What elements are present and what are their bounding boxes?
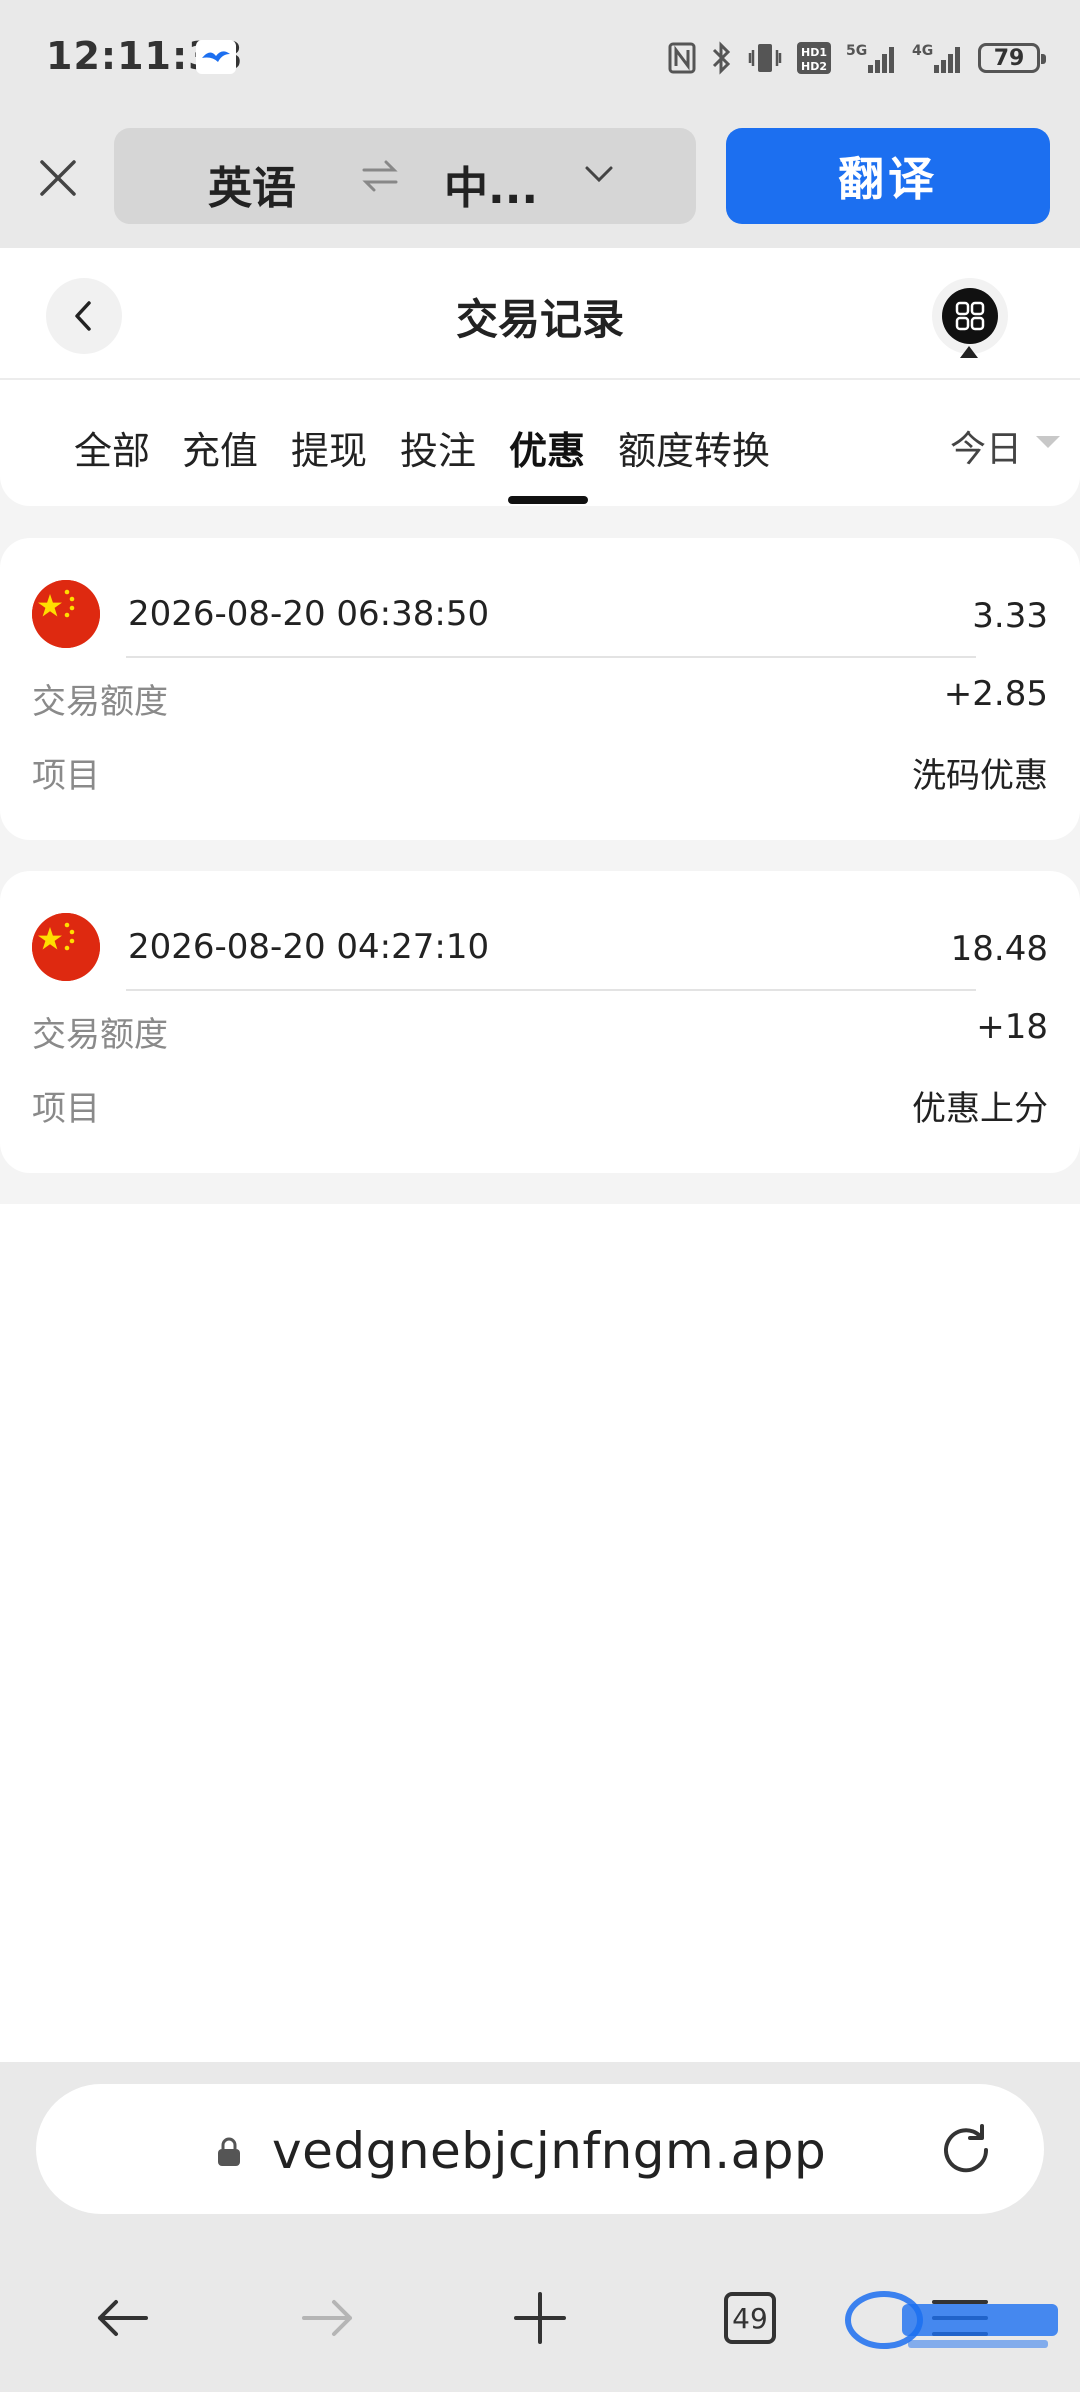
page-title: 交易记录 <box>455 295 624 344</box>
tab-bar: 全部 充值 提现 投注 优惠 额度转换 今日 <box>0 380 1080 506</box>
tabs-button[interactable]: 49 <box>714 2282 786 2354</box>
empty-area <box>0 1204 1080 2062</box>
transaction-time: 2026-08-20 06:38:50 <box>128 594 490 634</box>
forward-nav-button[interactable] <box>292 2282 364 2354</box>
transaction-amount-label: 交易额度 <box>32 682 168 722</box>
chevron-down-icon[interactable] <box>584 162 614 186</box>
bluetooth-icon <box>712 41 731 75</box>
caret-down-icon[interactable] <box>1036 436 1060 448</box>
reload-icon[interactable] <box>936 2120 996 2180</box>
translate-bar: 英语 中... 翻译 <box>0 118 1080 248</box>
5g-signal-icon: 5G <box>846 43 894 73</box>
nfc-icon <box>668 42 696 74</box>
date-filter[interactable]: 今日 <box>950 420 1022 472</box>
item-value: 洗码优惠 <box>912 756 1048 796</box>
svg-text:HD1: HD1 <box>801 46 827 59</box>
transaction-amount-value: +2.85 <box>943 674 1048 714</box>
swap-languages-icon[interactable] <box>360 158 400 194</box>
arrow-left-icon <box>98 2300 148 2336</box>
battery-level: 79 <box>993 45 1025 71</box>
tab-count: 49 <box>724 2292 776 2344</box>
page-content: 交易记录 全部 充值 提现 投注 优惠 额度转换 今日 2026-08-20 0… <box>0 248 1080 2062</box>
plus-icon <box>514 2292 566 2344</box>
status-bar: 12:11:38 HD1 HD2 5G 4G 79 <box>0 0 1080 118</box>
item-label: 项目 <box>32 756 100 796</box>
tab-bet[interactable]: 投注 <box>400 420 476 475</box>
app-notification-icon <box>196 40 236 74</box>
arrow-right-icon <box>302 2300 352 2336</box>
vibrate-icon <box>748 44 782 72</box>
active-tab-indicator <box>508 496 588 504</box>
svg-text:5G: 5G <box>846 43 867 59</box>
menu-grid-button[interactable] <box>942 288 998 344</box>
transaction-amount-value: +18 <box>976 1007 1048 1047</box>
tab-withdraw[interactable]: 提现 <box>291 420 367 475</box>
svg-text:HD2: HD2 <box>801 60 827 73</box>
new-tab-button[interactable] <box>504 2282 576 2354</box>
watermark-logo <box>845 2291 1058 2349</box>
target-language[interactable]: 中... <box>444 152 538 216</box>
transaction-card[interactable]: 2026-08-20 04:27:10 18.48 交易额度 +18 项目 优惠… <box>0 871 1080 1173</box>
item-value: 优惠上分 <box>912 1089 1048 1129</box>
china-flag-icon <box>32 580 100 648</box>
url-text[interactable]: vedgnebjcjnfngm.app <box>272 2122 826 2180</box>
close-icon <box>40 160 76 196</box>
source-language[interactable]: 英语 <box>208 152 296 216</box>
tab-promotion[interactable]: 优惠 <box>509 420 585 475</box>
hd-icon: HD1HD2 <box>797 42 831 74</box>
divider <box>126 656 976 658</box>
menu-pointer <box>960 346 978 358</box>
page-header: 交易记录 <box>0 248 1080 380</box>
status-icons: HD1 HD2 5G 4G 79 <box>668 38 1046 78</box>
transaction-time: 2026-08-20 04:27:10 <box>128 927 490 967</box>
address-bar[interactable]: vedgnebjcjnfngm.app <box>36 2084 1044 2214</box>
4g-signal-icon: 4G <box>912 43 960 73</box>
grid-icon <box>955 301 985 331</box>
tab-deposit[interactable]: 充值 <box>182 420 258 475</box>
back-nav-button[interactable] <box>86 2282 158 2354</box>
transaction-amount: 3.33 <box>972 596 1048 636</box>
language-selector[interactable]: 英语 中... <box>114 128 696 224</box>
lock-icon <box>218 2137 240 2166</box>
transaction-amount-label: 交易额度 <box>32 1015 168 1055</box>
tab-all[interactable]: 全部 <box>74 420 150 475</box>
item-label: 项目 <box>32 1089 100 1129</box>
tab-transfer[interactable]: 额度转换 <box>618 420 770 475</box>
svg-text:4G: 4G <box>912 43 933 59</box>
divider <box>126 989 976 991</box>
transaction-card[interactable]: 2026-08-20 06:38:50 3.33 交易额度 +2.85 项目 洗… <box>0 538 1080 840</box>
battery-icon: 79 <box>978 43 1046 73</box>
transaction-amount: 18.48 <box>950 929 1048 969</box>
close-translate-button[interactable] <box>28 148 88 208</box>
china-flag-icon <box>32 913 100 981</box>
translate-button[interactable]: 翻译 <box>726 128 1050 224</box>
